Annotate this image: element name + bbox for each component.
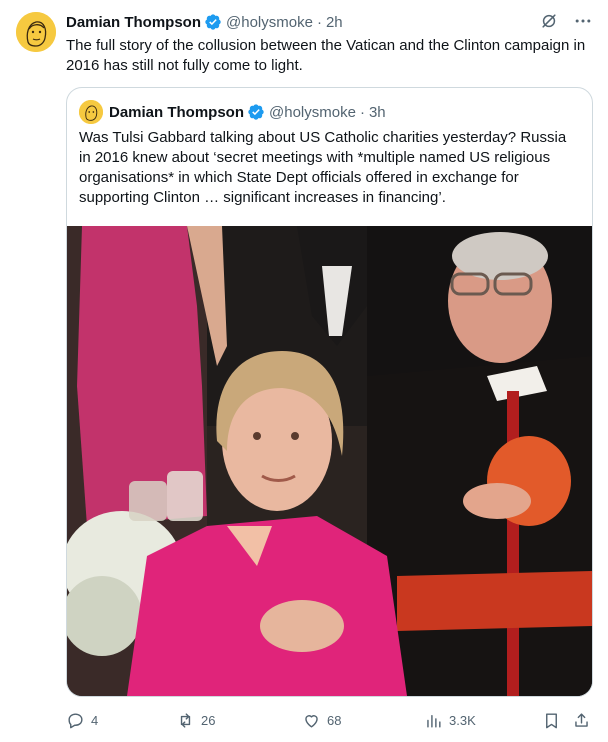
quoted-photo[interactable]	[67, 226, 592, 696]
tweet-top-actions	[538, 10, 594, 32]
author-name[interactable]: Damian Thompson	[66, 14, 201, 31]
tweet-actions: 4 26 68 3.3K	[66, 708, 594, 732]
views-button[interactable]: 3.3K	[424, 708, 476, 732]
quoted-avatar	[79, 100, 103, 124]
reply-count: 4	[91, 712, 99, 728]
quoted-author-name: Damian Thompson	[109, 103, 245, 121]
photo-illustration	[67, 226, 592, 696]
repost-count: 26	[201, 712, 216, 728]
separator: ·	[359, 103, 365, 121]
views-icon	[427, 714, 441, 728]
avatar[interactable]	[16, 12, 56, 52]
bookmark-icon	[546, 712, 557, 728]
avatar-illustration	[16, 12, 56, 52]
quoted-tweet-header: Damian Thompson @holysmoke · 3h	[79, 100, 386, 124]
reply-button[interactable]: 4	[66, 708, 98, 732]
quoted-author-handle: @holysmoke	[269, 103, 356, 121]
reply-icon	[68, 712, 83, 728]
verified-badge-icon	[247, 103, 265, 121]
timestamp[interactable]: 2h	[326, 14, 343, 31]
like-count: 68	[327, 712, 342, 728]
repost-icon	[180, 712, 191, 728]
tweet[interactable]: Damian Thompson @holysmoke · 2h The full…	[0, 0, 608, 742]
grok-icon[interactable]	[538, 10, 560, 32]
share-icon	[575, 712, 588, 727]
author-handle[interactable]: @holysmoke	[226, 14, 313, 31]
repost-button[interactable]: 26	[176, 708, 215, 732]
views-count: 3.3K	[449, 712, 476, 728]
like-button[interactable]: 68	[302, 708, 341, 732]
tweet-header: Damian Thompson @holysmoke · 2h	[66, 12, 343, 32]
quoted-timestamp: 3h	[368, 103, 386, 121]
quoted-tweet-text: Was Tulsi Gabbard talking about US Catho…	[79, 129, 567, 206]
like-icon	[305, 714, 318, 728]
quoted-tweet[interactable]: Damian Thompson @holysmoke · 3h Was Tuls…	[66, 87, 593, 697]
separator: ·	[316, 13, 322, 31]
share-button[interactable]	[572, 708, 597, 732]
tweet-text: The full story of the collusion between …	[66, 37, 586, 74]
bookmark-button[interactable]	[542, 708, 567, 732]
more-icon[interactable]	[572, 10, 594, 32]
verified-badge-icon[interactable]	[204, 13, 222, 31]
